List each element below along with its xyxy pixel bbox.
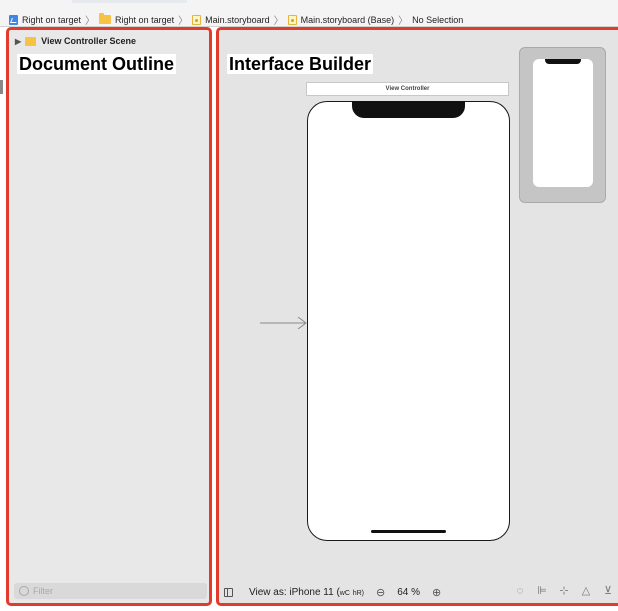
chevron-right-icon: 〉 <box>273 16 284 27</box>
view-as-label: View as: iPhone 11 ( <box>249 586 340 598</box>
breadcrumb-label: Main.storyboard <box>205 14 270 25</box>
active-tab-indicator <box>72 0 187 3</box>
filter-icon <box>19 586 29 596</box>
scene-label: View Controller Scene <box>41 36 137 46</box>
storyboard-file-icon <box>192 14 202 25</box>
zoom-out-icon[interactable]: ⊖ <box>376 586 385 599</box>
breadcrumb: Right on target 〉 Right on target 〉 Main… <box>9 12 463 27</box>
chevron-right-icon: 〉 <box>85 16 96 27</box>
document-outline-panel: ▶ View Controller Scene Document Outline… <box>6 27 212 606</box>
breadcrumb-selection[interactable]: No Selection <box>412 15 463 25</box>
home-indicator <box>371 530 446 533</box>
folder-icon <box>99 13 112 24</box>
zoom-level: 64 % <box>397 586 420 598</box>
outline-scene-row[interactable]: ▶ View Controller Scene <box>15 36 136 46</box>
document-outline-annotation: Document Outline <box>17 54 177 74</box>
scene-icon <box>25 36 37 46</box>
breadcrumb-storyboard[interactable]: Main.storyboard <box>192 14 270 25</box>
add-constraints-icon[interactable]: ⊹ <box>558 585 570 597</box>
storyboard-file-icon <box>287 14 297 25</box>
embed-in-icon[interactable]: ⊻ <box>602 585 614 597</box>
minimap-scene-thumbnail <box>533 59 593 187</box>
breadcrumb-label: Right on target <box>115 14 175 25</box>
device-notch <box>352 101 465 118</box>
chevron-right-icon: 〉 <box>178 16 189 27</box>
breadcrumb-storyboard-base[interactable]: Main.storyboard (Base) <box>287 14 395 25</box>
zoom-in-icon[interactable]: ⊕ <box>432 586 441 599</box>
jump-bar: Right on target 〉 Right on target 〉 Main… <box>0 0 618 27</box>
breadcrumb-label: No Selection <box>412 14 464 25</box>
breadcrumb-project[interactable]: Right on target <box>9 14 82 25</box>
breadcrumb-label: Right on target <box>22 14 82 25</box>
project-icon <box>9 14 18 25</box>
align-icon[interactable]: ⊫ <box>536 585 548 597</box>
toggle-outline-icon[interactable] <box>224 587 233 597</box>
entry-point-arrow-icon[interactable] <box>260 317 307 329</box>
resolve-issues-icon[interactable]: △ <box>580 585 592 597</box>
update-frames-icon[interactable]: ◌ <box>514 585 526 597</box>
interface-builder-canvas[interactable]: Interface Builder View Controller View a… <box>216 27 618 606</box>
interface-builder-annotation: Interface Builder <box>227 54 374 74</box>
view-controller-title-bar[interactable]: View Controller <box>306 82 509 96</box>
minimap-notch <box>545 59 581 64</box>
disclosure-triangle-icon[interactable]: ▶ <box>15 37 21 46</box>
iphone-scene-view[interactable] <box>307 101 510 541</box>
filter-placeholder: Filter <box>33 586 53 596</box>
breadcrumb-folder[interactable]: Right on target <box>99 13 175 25</box>
layout-tools: ◌ ⊫ ⊹ △ ⊻ <box>514 585 614 597</box>
window-edge-grip <box>0 80 3 94</box>
width-class-label: wC <box>339 589 350 597</box>
height-class-label: hR) <box>352 589 364 597</box>
canvas-bottom-bar: View as: iPhone 11 (wC hR) ⊖ 64 % ⊕ ◌ ⊫ … <box>219 581 618 603</box>
view-as-device-button[interactable]: View as: iPhone 11 (wC hR) <box>249 587 364 598</box>
chevron-right-icon: 〉 <box>398 16 409 27</box>
filter-field[interactable]: Filter <box>14 583 207 599</box>
canvas-minimap[interactable] <box>519 47 606 203</box>
breadcrumb-label: Main.storyboard (Base) <box>300 14 395 25</box>
